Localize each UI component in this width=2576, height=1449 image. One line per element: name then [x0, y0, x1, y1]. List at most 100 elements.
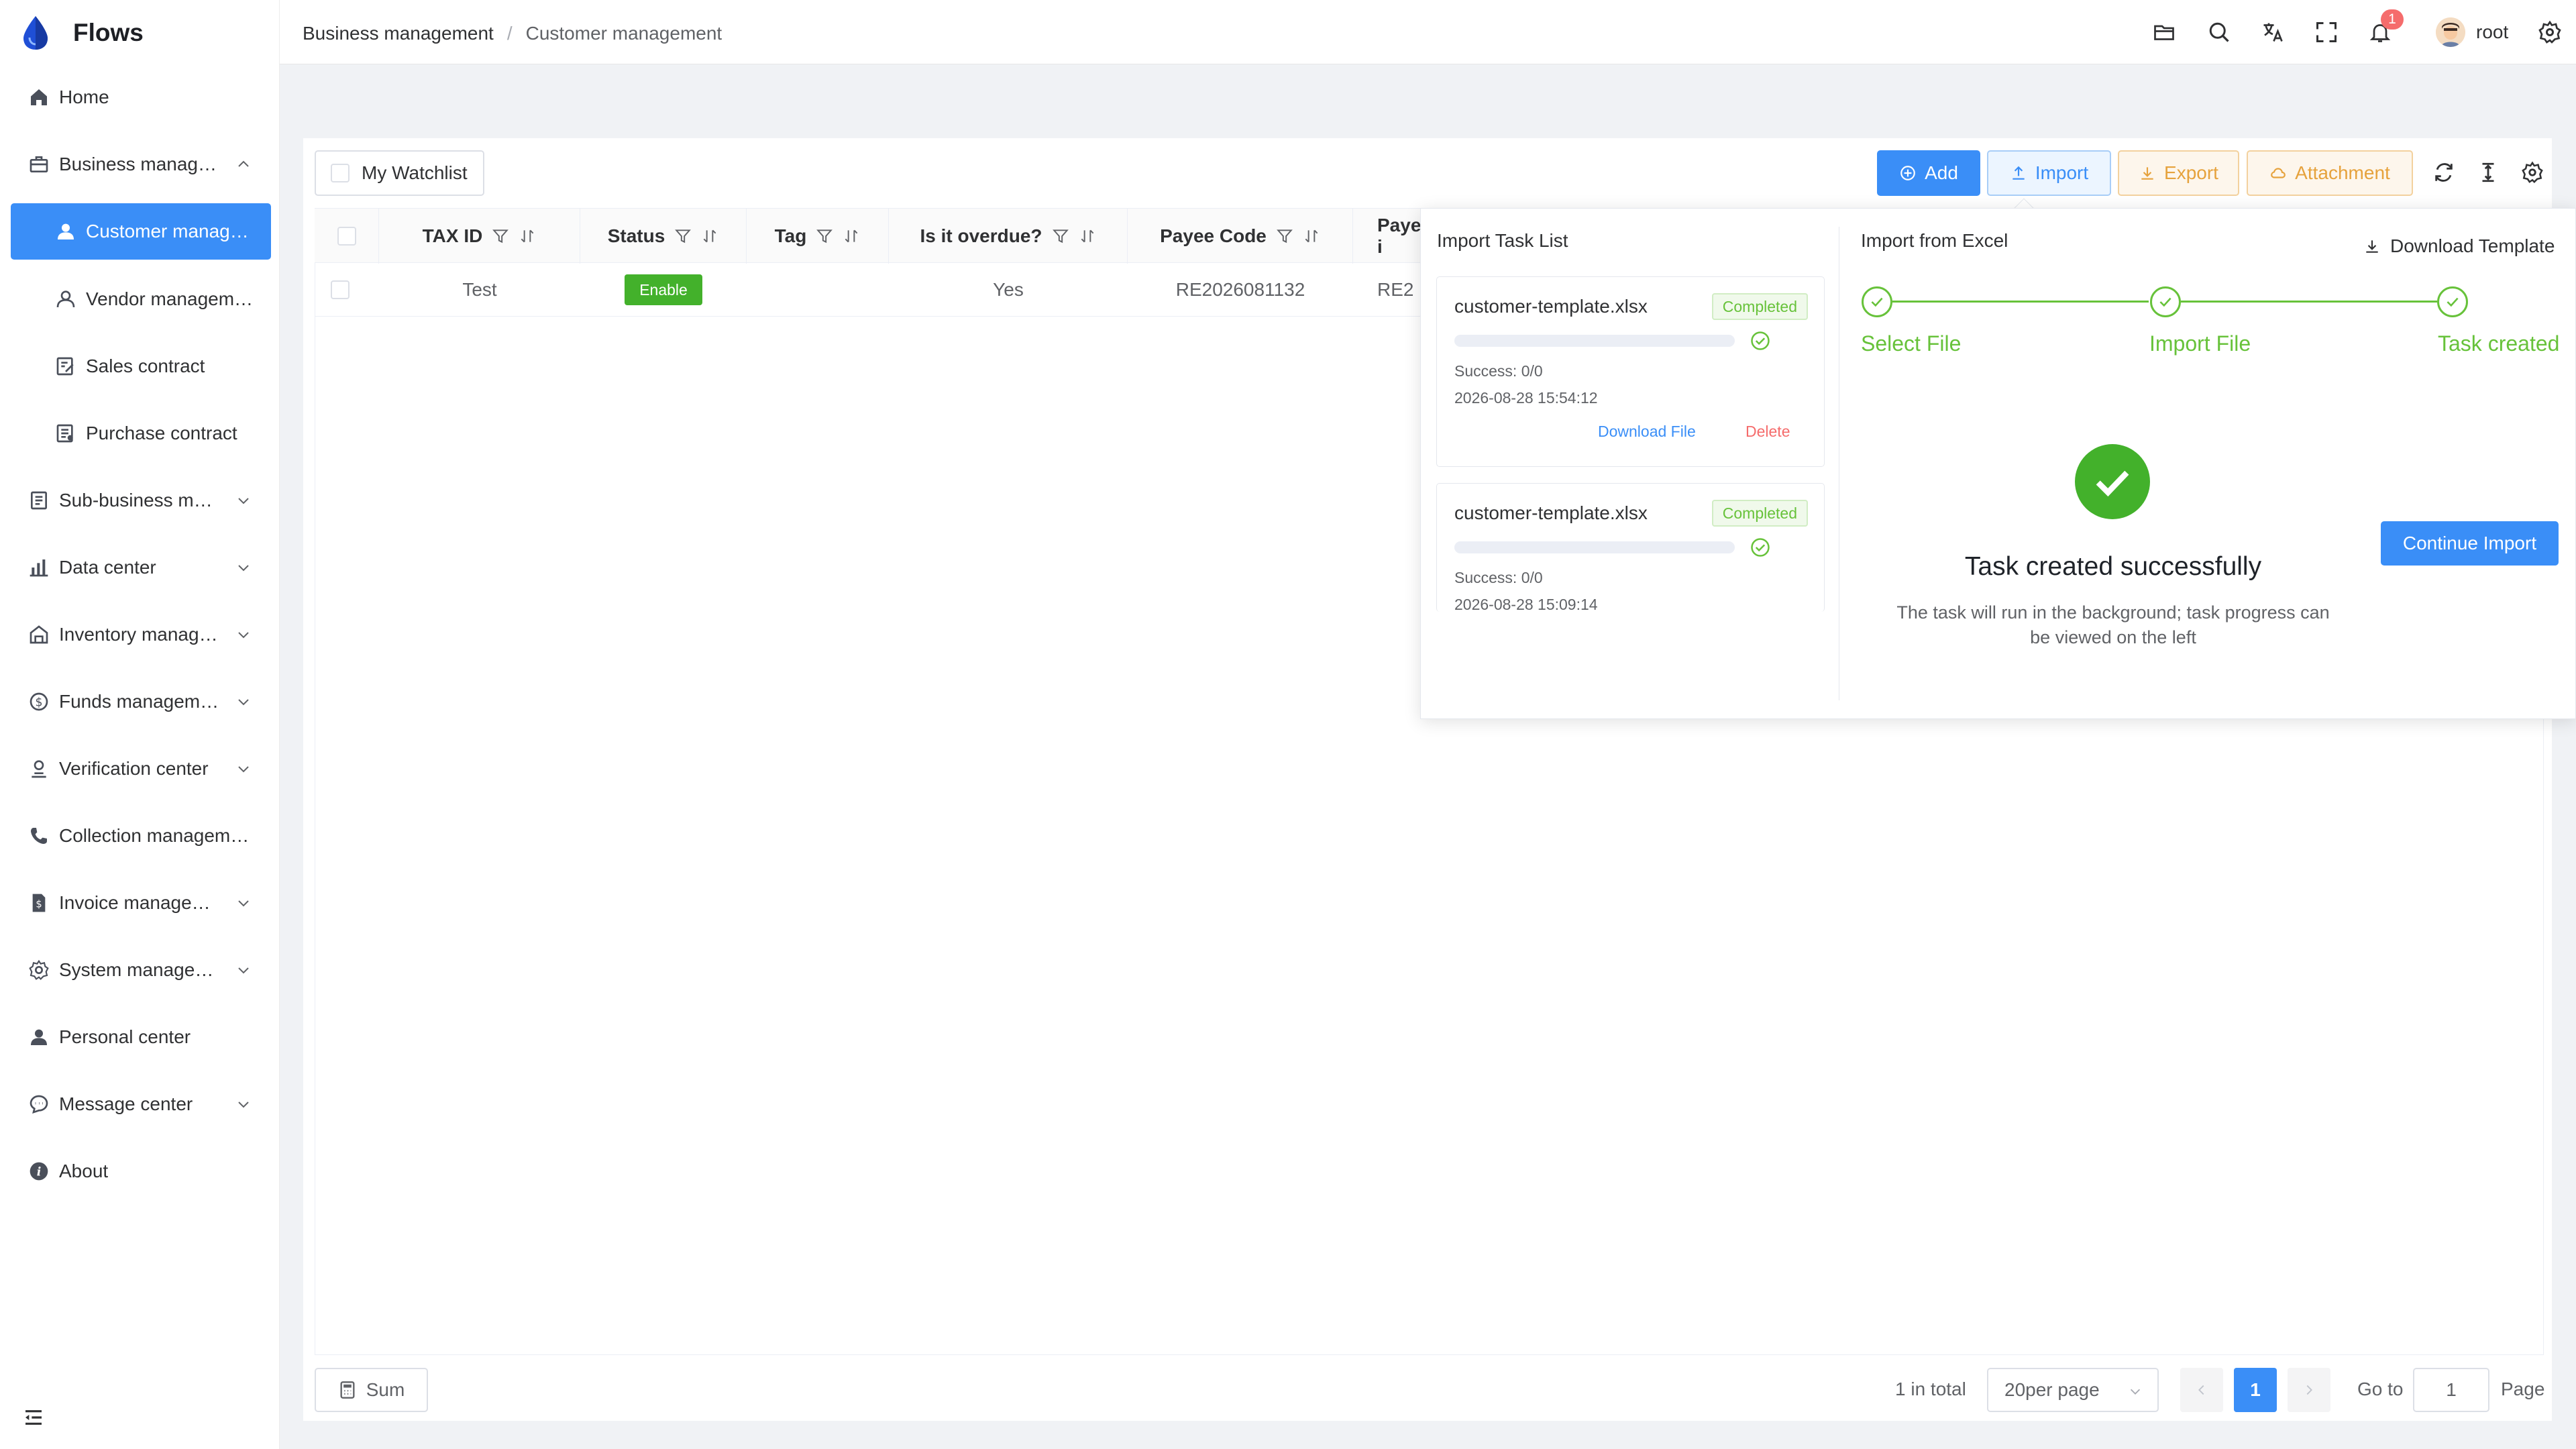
sort-icon[interactable] [701, 227, 718, 245]
sidebar-item-invoice-management[interactable]: $ Invoice manage… [0, 870, 280, 936]
column-header-tax-id[interactable]: TAX ID [379, 209, 580, 264]
sidebar-item-about[interactable]: i About [0, 1138, 280, 1204]
import-from-excel-title: Import from Excel [1861, 230, 2008, 251]
refresh-icon[interactable] [2432, 161, 2455, 184]
sidebar-item-sub-business[interactable]: Sub-business m… [0, 468, 280, 533]
prev-page-button[interactable] [2180, 1368, 2223, 1412]
page-number-current[interactable]: 1 [2234, 1368, 2277, 1412]
cell-payee-code: RE2026081132 [1175, 279, 1305, 300]
folder-icon[interactable] [2152, 20, 2176, 44]
filter-icon[interactable] [1052, 227, 1069, 245]
filter-icon[interactable] [1276, 227, 1293, 245]
checkbox[interactable] [331, 164, 350, 182]
task-progress-bar [1454, 541, 1735, 553]
filter-icon[interactable] [492, 227, 509, 245]
my-watchlist-checkbox[interactable]: My Watchlist [315, 150, 484, 196]
import-label: Import [2035, 162, 2089, 183]
sidebar-item-purchase-contract[interactable]: Purchase contract [0, 400, 280, 466]
fullscreen-icon[interactable] [2314, 20, 2339, 44]
attachment-button[interactable]: Attachment [2247, 150, 2413, 196]
invoice-icon: $ [28, 892, 50, 914]
next-page-button[interactable] [2288, 1368, 2330, 1412]
page-size-select[interactable]: 20per page [1987, 1368, 2159, 1412]
sidebar: Flows Home Business manag… Customer mana… [0, 0, 280, 1449]
sidebar-item-business-management[interactable]: Business manag… [0, 131, 280, 197]
sidebar-item-collection-management[interactable]: Collection managem… [0, 803, 280, 869]
sidebar-item-funds-management[interactable]: $ Funds managem… [0, 669, 280, 735]
column-header-status[interactable]: Status [580, 209, 747, 264]
column-header-overdue[interactable]: Is it overdue? [889, 209, 1128, 264]
select-all-checkbox[interactable] [337, 227, 356, 246]
cloud-icon [2271, 168, 2286, 178]
column-height-icon[interactable] [2477, 161, 2500, 184]
sidebar-item-sales-contract[interactable]: Sales contract [0, 333, 280, 399]
filter-icon[interactable] [816, 227, 833, 245]
person-icon [28, 1026, 50, 1048]
sidebar-item-label: Personal center [59, 1026, 191, 1047]
sidebar-item-vendor-management[interactable]: Vendor managem… [0, 266, 280, 332]
download-template-link[interactable]: Download Template [2363, 235, 2555, 257]
username[interactable]: root [2476, 21, 2508, 43]
sum-button[interactable]: Sum [315, 1368, 428, 1412]
user-icon [55, 221, 76, 242]
step-label: Select File [1861, 331, 1962, 356]
add-button[interactable]: Add [1877, 150, 1980, 196]
sidebar-item-data-center[interactable]: Data center [0, 535, 280, 600]
sort-icon[interactable] [1079, 227, 1096, 245]
import-button[interactable]: Import [1987, 150, 2111, 196]
collapse-sidebar-icon[interactable] [23, 1407, 44, 1428]
cell-tag [747, 263, 889, 317]
settings-gear-icon[interactable] [2538, 20, 2562, 44]
delete-task-link[interactable]: Delete [1746, 423, 1790, 441]
chevron-down-icon [238, 766, 249, 773]
chevron-down-icon [238, 1102, 249, 1108]
check-circle-icon [1751, 538, 1770, 557]
svg-text:i: i [37, 1166, 42, 1179]
task-success-count: Success: 0/0 [1454, 569, 1543, 586]
search-icon[interactable] [2207, 20, 2231, 44]
export-button[interactable]: Export [2118, 150, 2239, 196]
sidebar-item-system-management[interactable]: System manage… [0, 937, 280, 1003]
continue-import-button[interactable]: Continue Import [2381, 521, 2559, 566]
column-header-tag[interactable]: Tag [747, 209, 889, 264]
sidebar-item-customer-management[interactable]: Customer manag… [11, 203, 271, 260]
filter-icon[interactable] [674, 227, 692, 245]
sidebar-item-verification-center[interactable]: Verification center [0, 736, 280, 802]
sidebar-item-home[interactable]: Home [0, 64, 280, 130]
sidebar-item-label: Message center [59, 1093, 193, 1114]
goto-page-input[interactable] [2413, 1368, 2489, 1412]
chevron-down-icon [238, 967, 249, 974]
sidebar-item-label: System manage… [59, 959, 214, 980]
column-title: TAX ID [422, 225, 483, 246]
breadcrumb-item-current: Customer management [525, 23, 722, 44]
sidebar-item-message-center[interactable]: Message center [0, 1071, 280, 1137]
sort-icon[interactable] [519, 227, 536, 245]
home-icon [28, 87, 50, 108]
sidebar-item-label: Sales contract [86, 356, 205, 376]
download-file-link[interactable]: Download File [1598, 423, 1696, 441]
cell-tax-id: Test [462, 279, 497, 300]
column-header-payee-code[interactable]: Payee Code [1128, 209, 1353, 264]
row-checkbox[interactable] [331, 280, 350, 299]
app-logo[interactable]: Flows [18, 15, 144, 51]
download-icon [2366, 240, 2378, 253]
sort-icon[interactable] [1303, 227, 1320, 245]
avatar[interactable] [2436, 17, 2465, 47]
translate-icon[interactable] [2261, 20, 2285, 44]
step-label: Import File [2149, 331, 2251, 356]
column-title: Payee Code [1160, 225, 1267, 246]
chevron-down-icon [238, 565, 249, 572]
breadcrumb-item[interactable]: Business management [303, 23, 494, 44]
sort-icon[interactable] [843, 227, 860, 245]
plus-circle-icon [1900, 166, 1915, 180]
table-settings-icon[interactable] [2521, 161, 2544, 184]
sidebar-item-personal-center[interactable]: Personal center [0, 1004, 280, 1070]
phone-icon [28, 825, 50, 847]
bar-chart-icon [28, 557, 50, 578]
attachment-label: Attachment [2295, 162, 2390, 183]
import-task-card: customer-template.xlsx Completed Success… [1436, 276, 1825, 467]
sidebar-item-inventory-management[interactable]: Inventory manag… [0, 602, 280, 667]
chevron-up-icon [238, 160, 249, 167]
step-select-file-check-icon [1862, 286, 1892, 317]
row-select-cell [315, 263, 366, 317]
